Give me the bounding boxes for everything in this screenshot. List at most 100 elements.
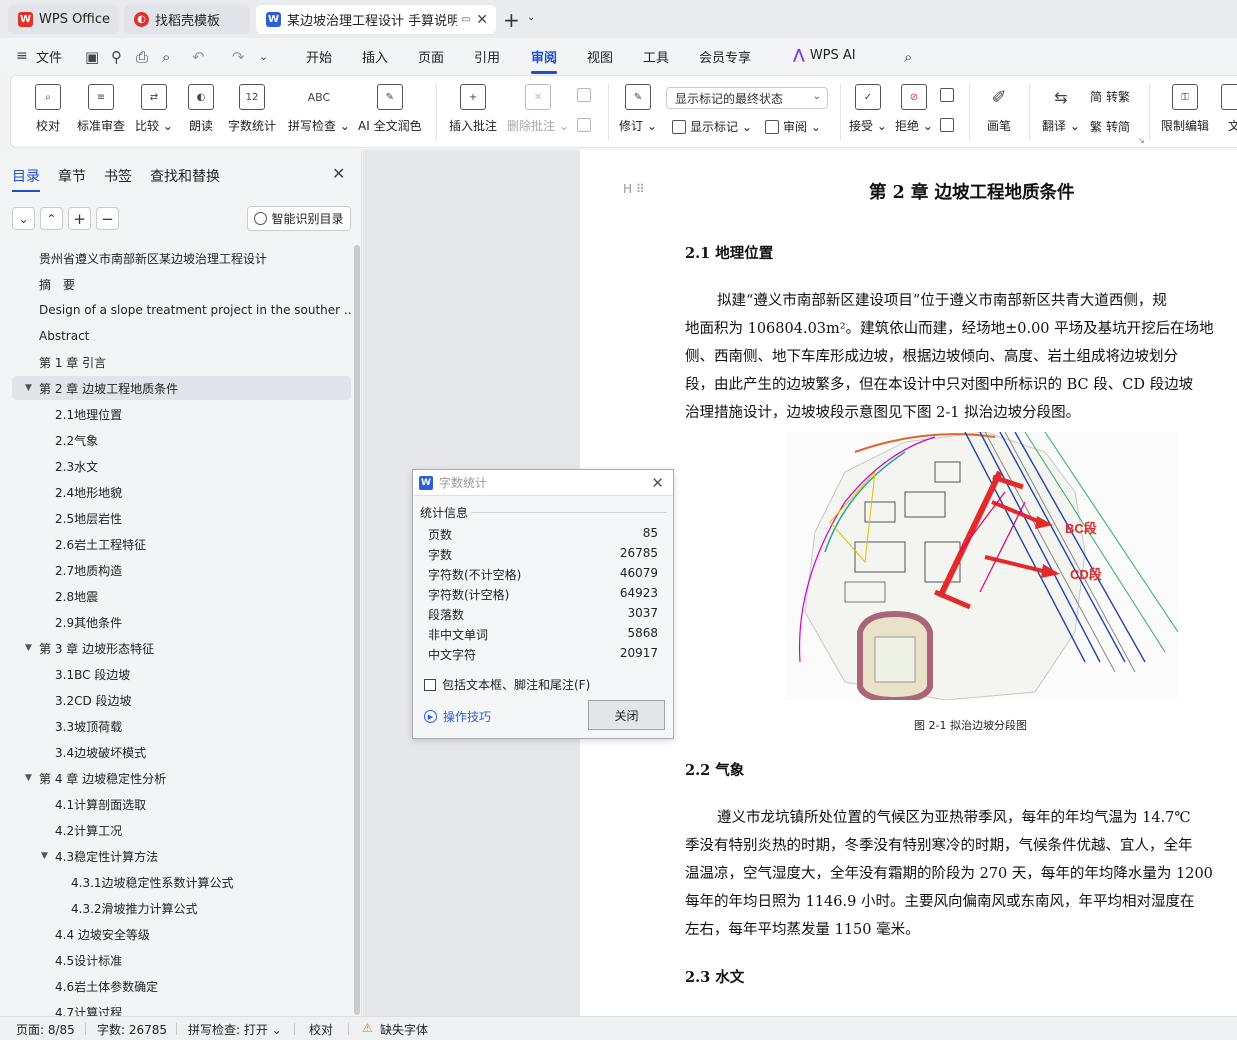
next-change-icon[interactable] (940, 118, 958, 132)
pen-button[interactable]: ✐ 画笔 (986, 84, 1012, 134)
menu-view[interactable]: 视图 (587, 47, 613, 66)
toc-item[interactable]: ▼ 第 2 章 边坡工程地质条件 (12, 376, 351, 400)
ai-polish-button[interactable]: ✎ AI 全文润色 (358, 84, 422, 134)
toc-item[interactable]: 4.2计算工况 (12, 818, 351, 842)
prev-change-icon[interactable] (940, 88, 958, 102)
compare-button[interactable]: ⇄ 比较 ⌄ (135, 84, 173, 134)
toc-item[interactable]: Design of a slope treatment project in t… (12, 298, 351, 322)
spell-check-button[interactable]: ABC 拼写检查 ⌄ (288, 84, 350, 134)
status-proofread[interactable]: 校对 (309, 1021, 333, 1038)
proofread-button[interactable]: ⌕ 校对 (35, 84, 61, 134)
status-missing-font[interactable]: 缺失字体 (380, 1021, 428, 1038)
word-count-button[interactable]: 12 字数统计 (228, 84, 276, 134)
print-icon[interactable]: ⎙ (136, 48, 148, 66)
to-simplified-button[interactable]: 繁转简 (1090, 118, 1130, 135)
nav-tab-toc[interactable]: 目录 (12, 166, 40, 192)
toc-item[interactable]: 贵州省遵义市南部新区某边坡治理工程设计 (12, 246, 351, 270)
toc-item[interactable]: 4.3.1边坡稳定性系数计算公式 (12, 870, 351, 894)
nav-tab-sections[interactable]: 章节 (58, 166, 86, 186)
tab-wps-office[interactable]: W WPS Office (8, 5, 119, 34)
toc-item[interactable]: 2.1地理位置 (12, 402, 351, 426)
checkbox-box[interactable] (424, 678, 436, 691)
dialog-title-bar[interactable]: W 字数统计 (413, 470, 673, 496)
undo-icon[interactable]: ↶ (192, 48, 205, 66)
menu-start[interactable]: 开始 (306, 47, 332, 66)
menu-tools[interactable]: 工具 (643, 47, 669, 66)
toc-item[interactable]: 2.7地质构造 (12, 558, 351, 582)
new-tab-icon[interactable]: + (503, 8, 520, 32)
save-icon[interactable]: ▣ (85, 48, 99, 66)
dialog-close-button[interactable]: 关闭 (588, 700, 665, 730)
expand-arrow-icon[interactable]: ▼ (41, 851, 48, 861)
toc-item[interactable]: 2.3水文 (12, 454, 351, 478)
chevron-down-icon[interactable]: ⌄ (527, 12, 535, 23)
show-markup-button[interactable]: 显示标记 ⌄ (672, 118, 752, 135)
toc-item[interactable]: 2.6岩土工程特征 (12, 532, 351, 556)
toc-item[interactable]: 3.2CD 段边坡 (12, 688, 351, 712)
link-icon[interactable]: ⚲ (111, 48, 122, 66)
toc-item[interactable]: 4.3.2滑坡推力计算公式 (12, 896, 351, 920)
status-page[interactable]: 页面: 8/85 (16, 1021, 75, 1038)
menu-membership[interactable]: 会员专享 (699, 47, 751, 66)
toc-item[interactable]: 2.2气象 (12, 428, 351, 452)
toc-item[interactable]: Abstract (12, 324, 351, 348)
add-heading-button[interactable]: + (68, 207, 91, 230)
expand-arrow-icon[interactable]: ▼ (25, 773, 32, 783)
translate-button[interactable]: ⇆ 翻译 ⌄ (1042, 84, 1080, 134)
menu-page[interactable]: 页面 (418, 47, 444, 66)
toc-item[interactable]: 2.4地形地貌 (12, 480, 351, 504)
toc-item[interactable]: ▼ 第 3 章 边坡形态特征 (12, 636, 351, 660)
toc-item[interactable]: 3.1BC 段边坡 (12, 662, 351, 686)
reject-button[interactable]: ⊘ 拒绝 ⌄ (895, 84, 933, 134)
tips-link[interactable]: ▶ 操作技巧 (424, 708, 491, 725)
read-aloud-button[interactable]: ◐ 朗读 (188, 84, 214, 134)
doc-more-button[interactable]: 文 (1221, 84, 1237, 134)
smart-toc-button[interactable]: 智能识别目录 (247, 206, 351, 231)
expand-down-button[interactable]: ⌄ (12, 207, 35, 230)
to-traditional-button[interactable]: 简转繁 (1090, 88, 1130, 105)
tab-document[interactable]: W 某边坡治理工程设计 手算说明 ▭ ✕ (256, 5, 496, 34)
status-spell-check[interactable]: 拼写检查: 打开 ⌄ (188, 1021, 282, 1038)
nav-tab-find-replace[interactable]: 查找和替换 (150, 166, 220, 186)
menu-review[interactable]: 审阅 (531, 47, 558, 74)
restrict-edit-button[interactable]: ⚿ 限制编辑 (1161, 84, 1209, 134)
standard-review-button[interactable]: ≡ 标准审查 (77, 84, 125, 134)
toc-item[interactable]: 4.4 边坡安全等级 (12, 922, 351, 946)
next-comment-icon[interactable] (577, 118, 595, 132)
expand-arrow-icon[interactable]: ▼ (25, 383, 32, 393)
toc-item[interactable]: 4.6岩土体参数确定 (12, 974, 351, 998)
prev-comment-icon[interactable] (577, 88, 595, 102)
toc-item[interactable]: 摘 要 (12, 272, 351, 296)
include-textbox-checkbox[interactable]: 包括文本框、脚注和尾注(F) (424, 676, 590, 693)
expand-arrow-icon[interactable]: ▼ (25, 643, 32, 653)
nav-scrollbar[interactable] (354, 245, 360, 1015)
delete-comment-button[interactable]: ✕ 删除批注 ⌄ (507, 84, 569, 134)
toc-item[interactable]: 3.3坡顶荷载 (12, 714, 351, 738)
quick-access-more-icon[interactable]: ⌄ (259, 50, 268, 63)
track-changes-button[interactable]: ✎ 修订 ⌄ (619, 84, 657, 134)
nav-tab-bookmarks[interactable]: 书签 (104, 166, 132, 186)
accept-button[interactable]: ✓ 接受 ⌄ (849, 84, 887, 134)
search-icon[interactable]: ⌕ (904, 48, 912, 66)
toc-item[interactable]: 3.4边坡破坏模式 (12, 740, 351, 764)
remove-heading-button[interactable]: − (96, 207, 119, 230)
close-icon[interactable]: ✕ (332, 164, 345, 183)
toc-item[interactable]: 2.5地层岩性 (12, 506, 351, 530)
toc-item[interactable]: 第 1 章 引言 (12, 350, 351, 374)
toc-item[interactable]: 4.5设计标准 (12, 948, 351, 972)
toc-item[interactable]: ▼ 4.3稳定性计算方法 (12, 844, 351, 868)
markup-state-select[interactable]: 显示标记的最终状态 ⌄ (666, 87, 828, 109)
hamburger-icon[interactable]: ≡ (16, 48, 28, 64)
toc-item[interactable]: 2.8地震 (12, 584, 351, 608)
review-pane-button[interactable]: 审阅 ⌄ (765, 118, 821, 135)
toc-item[interactable]: 4.1计算剖面选取 (12, 792, 351, 816)
heading-handle-icon[interactable]: H ⠿ (623, 182, 645, 196)
status-word-count[interactable]: 字数: 26785 (97, 1021, 167, 1038)
menu-wps-ai[interactable]: ⋀ WPS AI (793, 47, 856, 63)
dialog-launcher-icon[interactable]: ↘ (1138, 136, 1145, 145)
insert-comment-button[interactable]: + 插入批注 (449, 84, 497, 134)
toc-item[interactable]: ▼ 第 4 章 边坡稳定性分析 (12, 766, 351, 790)
menu-reference[interactable]: 引用 (474, 47, 500, 66)
redo-icon[interactable]: ↷ (232, 48, 245, 66)
toc-item[interactable]: 2.9其他条件 (12, 610, 351, 634)
